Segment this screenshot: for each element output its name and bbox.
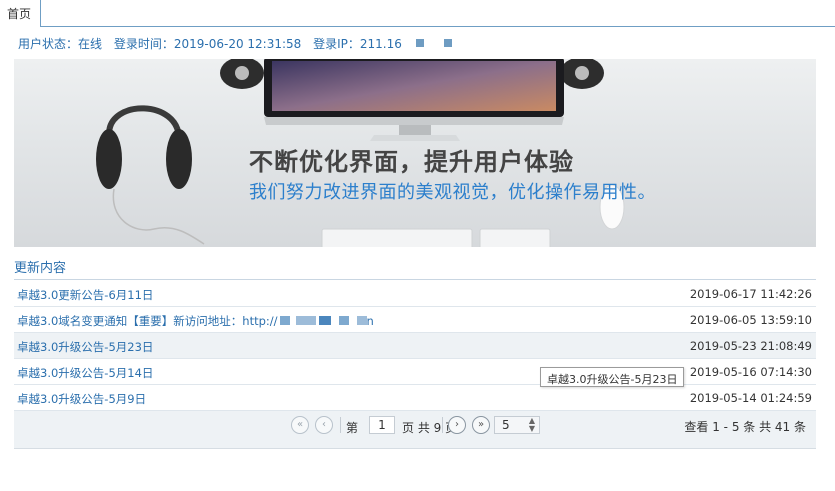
login-time-text: 登录时间：2019-06-20 12:31:58 [113,37,302,51]
updates-title: 更新内容 [14,261,67,276]
redaction-mask [279,316,290,325]
list-item-date: 2019-06-05 13:59:10 [689,313,812,327]
pager-separator [442,417,443,433]
list-item-link[interactable]: 卓越3.0升级公告-5月23日 [17,339,153,355]
prev-page-button[interactable]: ‹ [315,416,333,434]
page-size-select[interactable]: 5 ▲ ▼ [494,416,540,434]
redaction-mask [318,316,331,325]
list-item-date: 2019-06-17 11:42:26 [689,287,812,301]
list-item-link[interactable]: 卓越3.0域名变更通知【重要】新访问地址：http:// n [17,313,374,329]
hover-tooltip: 卓越3.0升级公告-5月23日 [540,367,685,387]
login-ip-text: 登录IP：211.16 [313,37,402,51]
list-item-date: 2019-05-14 01:24:59 [689,391,812,405]
banner-headline: 不断优化界面，提升用户体验 [249,148,574,176]
pager-separator [340,417,341,433]
last-page-button[interactable]: » [472,416,490,434]
list-item-date: 2019-05-16 07:14:30 [689,365,812,379]
list-item-link[interactable]: 卓越3.0升级公告-5月14日 [17,365,153,381]
list-item-link[interactable]: 卓越3.0升级公告-5月9日 [17,391,146,407]
list-item-link-text: 卓越3.0域名变更通知【重要】新访问地址：http:// [17,314,278,328]
updates-list: 卓越3.0更新公告-6月11日 2019-06-17 11:42:26 卓越3.… [14,281,816,411]
banner-subline: 我们努力改进界面的美观视觉，优化操作易用性。 [249,182,656,203]
user-status-bar: 用户状态：在线 登录时间：2019-06-20 12:31:58 登录IP：21… [18,35,452,51]
list-item[interactable]: 卓越3.0更新公告-6月11日 2019-06-17 11:42:26 [14,281,816,307]
next-page-button[interactable]: › [448,416,466,434]
pager-info: 查看 1 - 5 条 共 41 条 [684,420,806,434]
list-item[interactable]: 卓越3.0升级公告-5月9日 2019-05-14 01:24:59 [14,385,816,411]
list-item-date: 2019-05-23 21:08:49 [689,339,812,353]
list-item-link-tail: n [366,314,374,328]
list-item[interactable]: 卓越3.0域名变更通知【重要】新访问地址：http:// n 2019-06-05… [14,307,816,333]
tab-home[interactable]: 首页 [0,0,42,27]
list-item[interactable]: 卓越3.0升级公告-5月14日 2019-05-16 07:14:30 [14,359,816,385]
user-state-text: 用户状态：在线 [18,37,103,51]
page-size-value: 5 [502,418,510,432]
redaction-mask [338,316,349,325]
page-number-input[interactable]: 1 [369,416,395,434]
redaction-mask [295,316,316,325]
pagination-bar: « ‹ 第 1 页 共 9 页 › » 5 ▲ ▼ 查看 1 - 5 条 共 41… [14,411,816,449]
redaction-mask [443,39,452,47]
redaction-mask [415,39,424,47]
list-item-link[interactable]: 卓越3.0更新公告-6月11日 [17,287,153,303]
list-item[interactable]: 卓越3.0升级公告-5月23日 2019-05-23 21:08:49 [14,333,816,359]
first-page-button[interactable]: « [291,416,309,434]
divider [14,279,816,280]
spinner-icon: ▲ ▼ [528,416,535,433]
tab-bar: 首页 [0,0,835,27]
page-prefix-label: 第 [346,421,359,435]
promo-banner: 不断优化界面，提升用户体验 我们努力改进界面的美观视觉，优化操作易用性。 [14,59,816,247]
redaction-mask [356,316,367,325]
